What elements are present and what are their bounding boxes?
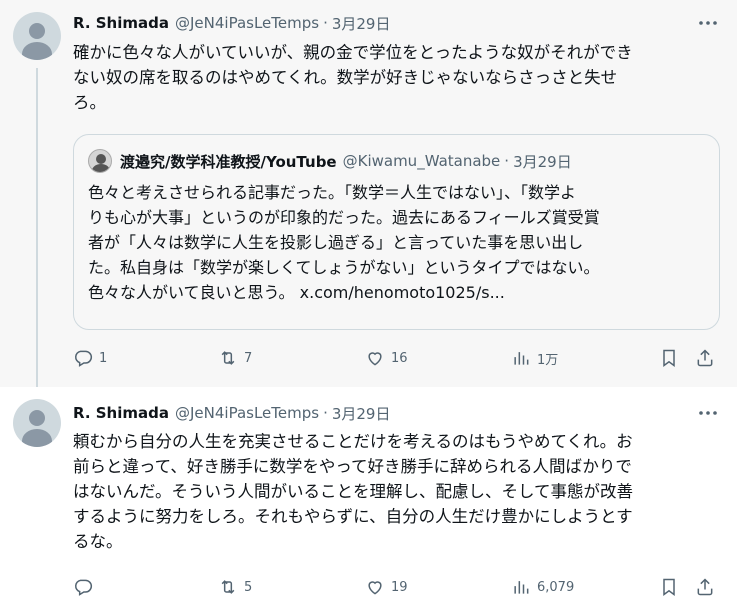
tweet-date[interactable]: 3月29日 (332, 13, 391, 34)
views-button[interactable]: 6,079 (511, 575, 574, 599)
heart-icon (368, 352, 382, 366)
reply-icon (75, 350, 93, 367)
quote-text-line: 色々な人がいて良いと思う。 x.com/henomoto1025/s... (88, 280, 713, 305)
reply-button[interactable]: 1 (73, 346, 107, 370)
display-name[interactable]: R. Shimada (73, 14, 169, 32)
action-bar: 1 7 16 1万 (73, 346, 723, 370)
retweet-icon (221, 351, 235, 365)
share-icon (697, 578, 713, 596)
tweet-text-line: 確かに色々な人がいていいが、親の金で学位をとったような奴がそれができ (73, 43, 633, 62)
tweet-text-line: 前らと違って、好き勝手に数学をやって好き勝手に辞められる人間ばかりで (73, 457, 632, 476)
display-name[interactable]: R. Shimada (73, 404, 169, 422)
quote-text-line: 色々と考えさせられる記事だった。「数学＝人生ではない」、「数学よ (88, 183, 577, 202)
tweet[interactable]: R. Shimada @JeN4iPasLeTemps · 3月29日 確かに色… (0, 0, 737, 394)
like-count: 16 (391, 350, 408, 366)
reply-button[interactable] (73, 575, 99, 599)
quote-user-handle: @Kiwamu_Watanabe (342, 152, 501, 170)
reply-count: 1 (99, 350, 108, 366)
share-button[interactable] (695, 346, 715, 370)
tweet-date[interactable]: 3月29日 (332, 403, 391, 424)
separator-dot: · (323, 14, 328, 32)
quote-display-name: 渡邉究/数学科准教授/YouTube (120, 152, 337, 171)
thread-line (36, 68, 38, 394)
avatar[interactable] (13, 12, 61, 60)
views-count: 1万 (537, 352, 559, 368)
bookmark-icon (663, 349, 675, 367)
quote-date: 3月29日 (513, 152, 572, 171)
tweet-text-line: するように努力をしろ。それもやらずに、自分の人生だけ豊かにしようとす (73, 507, 633, 526)
quote-text-line: た。私自身は「数学が楽しくてしょうがない」というタイプではない。 (88, 258, 600, 277)
tweet-header: R. Shimada @JeN4iPasLeTemps · 3月29日 (73, 12, 390, 34)
quoted-tweet[interactable]: 渡邉究/数学科准教授/YouTube @Kiwamu_Watanabe · 3月… (73, 134, 720, 330)
retweet-button[interactable]: 7 (218, 346, 252, 370)
user-handle[interactable]: @JeN4iPasLeTemps (175, 14, 319, 32)
quote-text-segment: 色々な人がいて良いと思う。 (88, 283, 295, 302)
tweet[interactable]: R. Shimada @JeN4iPasLeTemps · 3月29日 頼むから… (0, 387, 737, 609)
separator-dot: · (504, 152, 510, 170)
user-handle[interactable]: @JeN4iPasLeTemps (175, 404, 319, 422)
quote-text-line: りも心が大事」というのが印象的だった。過去にあるフィールズ賞受賞 (88, 208, 600, 227)
tweet-text-line: 頼むから自分の人生を充実させることだけを考えるのはもうやめてくれ。お (73, 432, 633, 451)
like-count: 19 (391, 579, 408, 595)
quote-text-line: 者が「人々は数学に人生を投影し過ぎる」と言っていた事を思い出し (88, 233, 584, 252)
tweet-text: 確かに色々な人がいていいが、親の金で学位をとったような奴がそれができ ない奴の席… (73, 40, 723, 115)
more-icon[interactable] (697, 402, 719, 424)
more-icon[interactable] (697, 12, 719, 34)
share-button[interactable] (695, 575, 715, 599)
reply-icon (75, 579, 93, 596)
tweet-text-line: ろ。 (73, 93, 106, 112)
tweet-text: 頼むから自分の人生を充実させることだけを考えるのはもうやめてくれ。お 前らと違っ… (73, 429, 723, 554)
separator-dot: · (323, 404, 328, 422)
quote-link[interactable]: x.com/henomoto1025/s... (300, 283, 505, 302)
heart-icon (368, 581, 382, 595)
bookmark-button[interactable] (659, 575, 679, 599)
tweet-text-line: ない奴の席を取るのはやめてくれ。数学が好きじゃないならさっさと失せ (73, 68, 618, 87)
tweet-header: R. Shimada @JeN4iPasLeTemps · 3月29日 (73, 402, 390, 424)
views-count: 6,079 (537, 579, 575, 595)
tweet-text-line: るな。 (73, 532, 123, 551)
retweet-count: 5 (244, 579, 253, 595)
share-icon (697, 349, 713, 367)
views-chart-icon (514, 352, 529, 365)
quote-text: 色々と考えさせられる記事だった。「数学＝人生ではない」、「数学よ りも心が大事」… (88, 180, 713, 305)
quote-avatar (88, 149, 112, 173)
retweet-button[interactable]: 5 (218, 575, 252, 599)
like-button[interactable]: 19 (365, 575, 408, 599)
bookmark-button[interactable] (659, 346, 679, 370)
retweet-count: 7 (244, 350, 253, 366)
avatar[interactable] (13, 399, 61, 447)
like-button[interactable]: 16 (365, 346, 408, 370)
retweet-icon (221, 580, 235, 594)
views-chart-icon (514, 581, 529, 594)
tweet-text-line: はないんだ。そういう人間がいることを理解し、配慮し、そして事態が改善 (73, 482, 634, 501)
quote-header: 渡邉究/数学科准教授/YouTube @Kiwamu_Watanabe · 3月… (88, 148, 572, 174)
bookmark-icon (663, 578, 675, 596)
views-button[interactable]: 1万 (511, 346, 558, 370)
action-bar: 5 19 6,079 (73, 575, 723, 599)
